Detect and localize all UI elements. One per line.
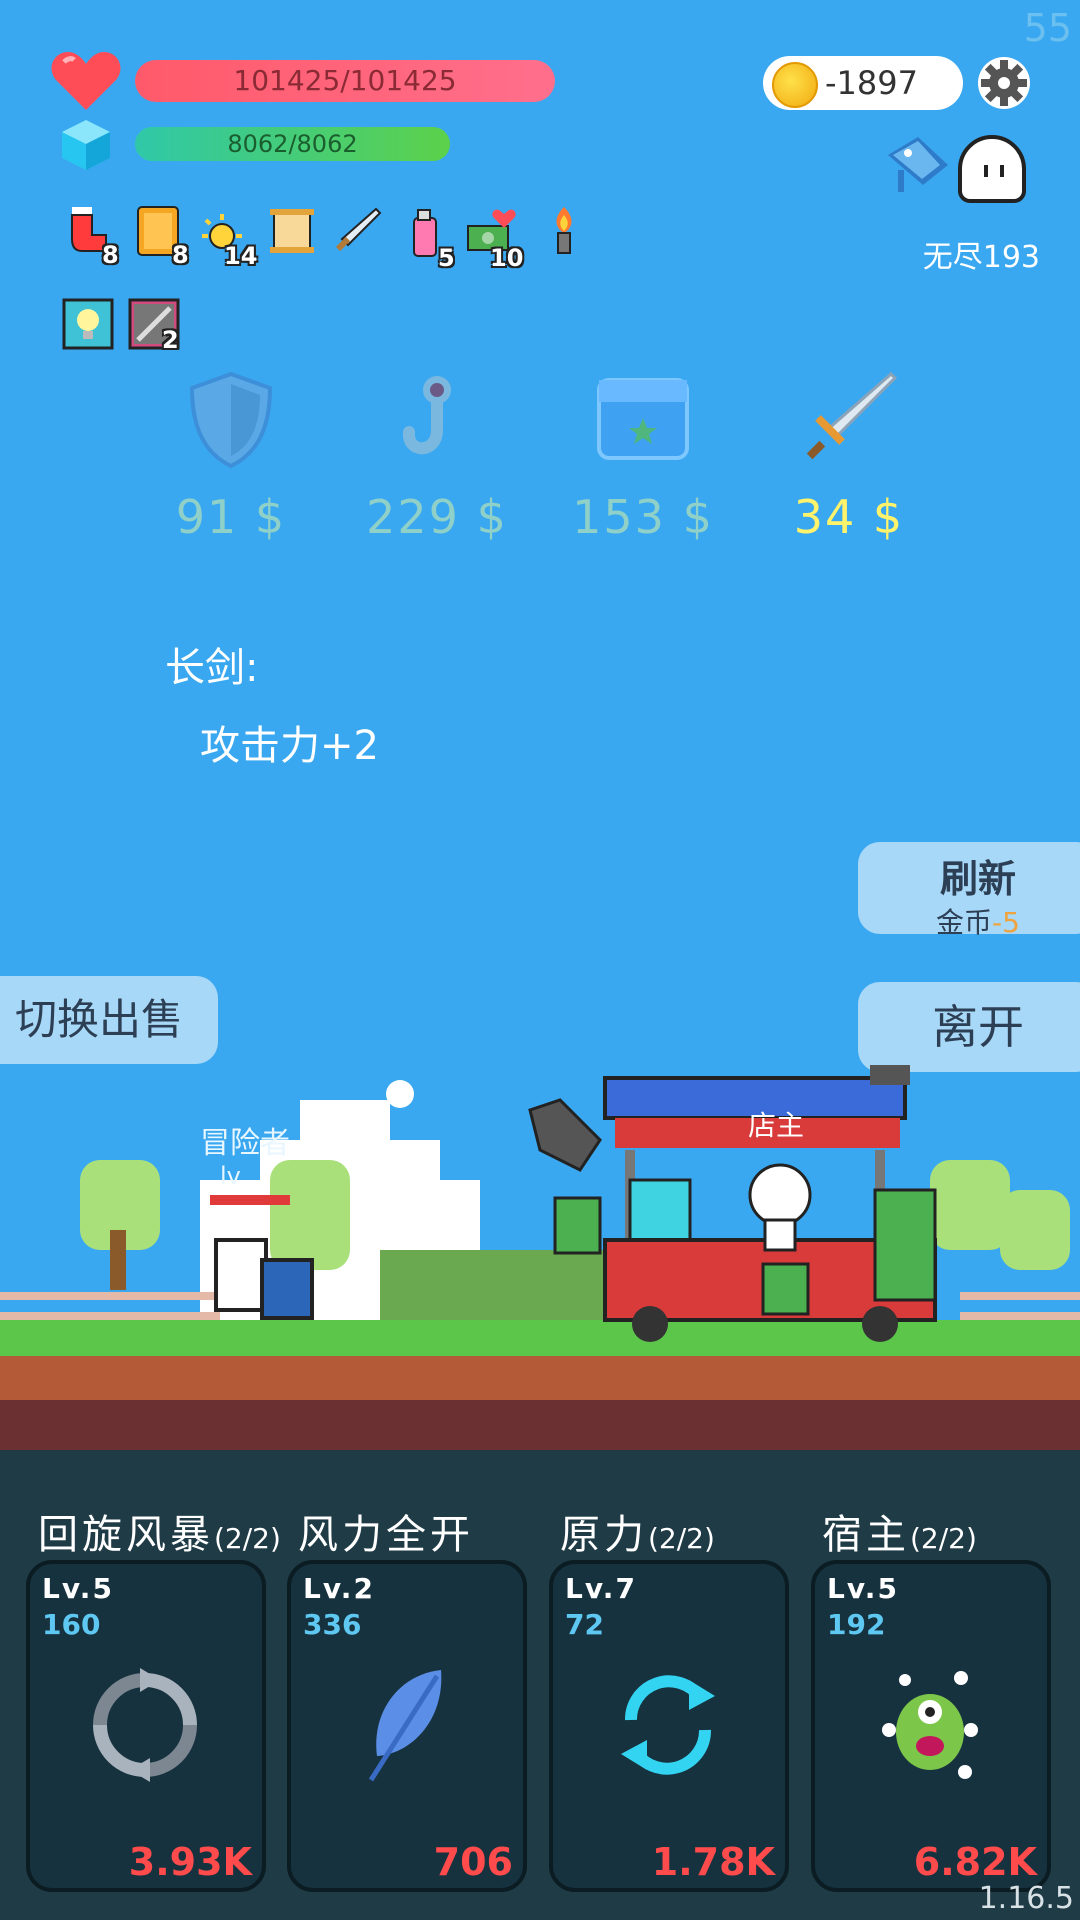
item-sock[interactable]: 8 xyxy=(62,205,119,269)
skill-uses: (2/2) xyxy=(910,1522,977,1555)
skill-cost: 336 xyxy=(303,1608,362,1641)
switch-sell-button[interactable]: 切换出售 xyxy=(0,976,218,1064)
selected-item-title: 长剑: xyxy=(165,645,259,691)
skill-name-text: 原力 xyxy=(560,1512,648,1558)
shop-item-shield[interactable]: 91 $ xyxy=(131,370,331,550)
item-blade-card[interactable]: 2 xyxy=(128,298,180,354)
green-scroll-sprite xyxy=(761,1262,810,1316)
item-count: 2 xyxy=(162,326,179,354)
item-count: 14 xyxy=(224,242,258,270)
cycle-icon xyxy=(621,1675,715,1775)
item-scroll[interactable] xyxy=(266,205,318,261)
adventurer-hp-bar xyxy=(210,1195,290,1205)
green-armor-sprite xyxy=(873,1188,937,1302)
coin-value: -1897 xyxy=(825,64,918,102)
shop-item-hook[interactable]: 229 $ xyxy=(337,370,537,550)
leave-button[interactable]: 离开 xyxy=(858,982,1080,1072)
feather-icon xyxy=(368,1670,442,1782)
skill-name: 宿主(2/2) xyxy=(822,1502,977,1560)
skill-level: Lv.7 xyxy=(565,1572,637,1605)
skill-level: Lv.2 xyxy=(303,1572,375,1605)
item-torch[interactable] xyxy=(538,205,590,261)
skill-price: 6.82K xyxy=(913,1840,1037,1884)
skill-level: Lv.5 xyxy=(827,1572,899,1605)
refresh-button[interactable]: 刷新 金币-5 xyxy=(858,842,1080,939)
green-scroll-sprite xyxy=(553,1196,602,1255)
endless-mode-label: 无尽193 xyxy=(922,240,1040,275)
shop-price: 229 $ xyxy=(366,490,508,544)
shop-price: 91 $ xyxy=(175,490,287,544)
skill-price: 3.93K xyxy=(128,1840,252,1884)
item-money-heart[interactable]: 10 xyxy=(466,208,523,272)
skill-name: 风力全开 xyxy=(298,1502,474,1560)
skill-cost: 160 xyxy=(42,1608,101,1641)
refresh-cost-label: 金币 xyxy=(936,906,993,939)
coin-icon xyxy=(772,62,818,108)
scroll-icon xyxy=(270,209,314,253)
shop-scene xyxy=(0,1065,1080,1460)
skill-cost: 192 xyxy=(827,1608,886,1641)
item-sun[interactable]: 14 xyxy=(200,210,257,270)
mana-gem-icon xyxy=(62,120,110,170)
shop-price: 34 $ xyxy=(793,490,905,544)
torch-icon xyxy=(556,207,572,254)
shop-item-longsword[interactable]: 34 $ xyxy=(749,370,949,550)
skill-name-text: 宿主 xyxy=(822,1512,910,1558)
ghost-companion-icon[interactable] xyxy=(958,135,1026,203)
skill-uses: (2/2) xyxy=(214,1522,281,1555)
skill-name: 回旋风暴(2/2) xyxy=(38,1502,281,1560)
item-count: 8 xyxy=(102,241,119,269)
skill-uses: (2/2) xyxy=(648,1522,715,1555)
shopkeeper-sprite xyxy=(748,1163,812,1252)
adventurer-label: 冒险者 xyxy=(200,1126,290,1161)
item-sword[interactable] xyxy=(330,205,382,261)
hammer-sprite xyxy=(528,1098,602,1172)
fps-counter: 55 xyxy=(1023,6,1072,50)
item-count: 10 xyxy=(490,244,524,272)
longsword-icon xyxy=(806,371,898,460)
shop-owner-label: 店主 xyxy=(748,1109,805,1142)
refresh-cost-value: -5 xyxy=(992,906,1020,939)
dirt xyxy=(0,1356,1080,1400)
whirlwind-icon xyxy=(93,1668,197,1782)
item-count: 5 xyxy=(438,244,455,272)
skill-name-text: 风力全开 xyxy=(298,1512,474,1558)
skill-card-whirlwind[interactable]: Lv.5 160 3.93K xyxy=(26,1560,266,1892)
heart-icon xyxy=(51,52,121,110)
skill-name-text: 回旋风暴 xyxy=(38,1512,214,1558)
item-book[interactable]: 8 xyxy=(132,205,189,269)
skill-price: 1.78K xyxy=(651,1840,775,1884)
skill-level: Lv.5 xyxy=(42,1572,114,1605)
selected-item-effect: 攻击力+2 xyxy=(200,723,379,769)
hp-bar: 101425/101425 xyxy=(135,60,555,102)
skill-card-host[interactable]: Lv.5 192 6.82K xyxy=(811,1560,1051,1892)
skill-card-force[interactable]: Lv.7 72 1.78K xyxy=(549,1560,789,1892)
skill-cost: 72 xyxy=(565,1608,604,1641)
shield-icon xyxy=(189,371,273,469)
item-potion[interactable]: 5 xyxy=(404,208,456,272)
skill-card-wind[interactable]: Lv.2 336 706 xyxy=(287,1560,527,1892)
shop-item-chest[interactable]: 153 $ xyxy=(543,370,743,550)
monster-icon xyxy=(882,1671,978,1779)
item-lightbulb-card[interactable] xyxy=(62,298,114,354)
version-label: 1.16.5 xyxy=(978,1881,1074,1916)
item-count: 8 xyxy=(172,241,189,269)
refresh-label: 刷新 xyxy=(939,857,1016,901)
skill-name: 原力(2/2) xyxy=(560,1502,715,1560)
hook-icon xyxy=(403,376,451,455)
chest-icon xyxy=(597,378,689,460)
grass xyxy=(0,1320,1080,1356)
refresh-cost: 金币-5 xyxy=(858,901,1080,941)
settings-gear-icon[interactable] xyxy=(975,54,1033,112)
shop-price: 153 $ xyxy=(572,490,714,544)
fish-flag-icon[interactable] xyxy=(878,135,953,195)
mana-bar: 8062/8062 xyxy=(135,127,450,161)
skill-price: 706 xyxy=(433,1840,513,1884)
lightbulb-card-icon xyxy=(62,298,114,350)
sword-icon xyxy=(335,207,382,252)
adventurer-level: lv xyxy=(220,1162,241,1190)
